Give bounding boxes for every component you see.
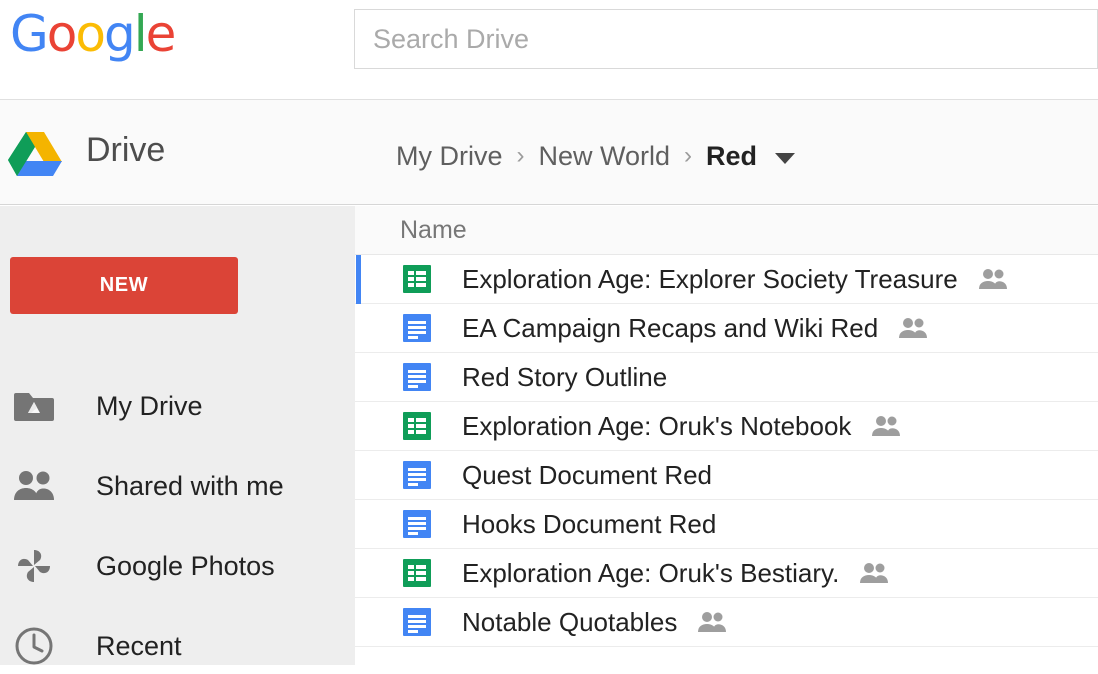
file-row[interactable]: Exploration Age: Explorer Society Treasu… — [355, 255, 1098, 304]
file-name[interactable]: Exploration Age: Oruk's Notebook — [462, 411, 851, 442]
sidebar-item-label: Google Photos — [96, 551, 275, 582]
file-name[interactable]: Exploration Age: Explorer Society Treasu… — [462, 264, 958, 295]
logo-letter-6: e — [146, 8, 175, 60]
drive-folder-icon — [12, 384, 56, 428]
logo-letter-5: l — [134, 8, 146, 60]
breadcrumb-item-new-world[interactable]: New World — [539, 141, 671, 172]
row-selection-indicator — [356, 549, 361, 598]
file-name[interactable]: EA Campaign Recaps and Wiki Red — [462, 313, 878, 344]
file-row[interactable]: Quest Document Red — [355, 451, 1098, 500]
row-selection-indicator — [356, 598, 361, 647]
google-logo[interactable]: Google — [10, 8, 174, 60]
row-selection-indicator — [356, 451, 361, 500]
file-name[interactable]: Exploration Age: Oruk's Bestiary. — [462, 558, 839, 589]
drive-toolbar: Drive My Drive › New World › Red — [0, 100, 1098, 205]
google-drive-window: Google Drive My Drive › New World › Red … — [0, 0, 1098, 674]
file-name[interactable]: Notable Quotables — [462, 607, 677, 638]
row-selection-indicator — [356, 353, 361, 402]
shared-people-icon — [697, 611, 727, 633]
google-docs-icon — [403, 314, 431, 342]
sidebar-item-label: Recent — [96, 631, 182, 662]
row-selection-indicator — [356, 402, 361, 451]
search-input[interactable] — [355, 10, 1097, 68]
top-search-bar: Google — [0, 0, 1098, 100]
file-list-rows: Exploration Age: Explorer Society Treasu… — [355, 255, 1098, 647]
file-name[interactable]: Quest Document Red — [462, 460, 712, 491]
photos-pinwheel-icon — [12, 544, 56, 588]
google-docs-icon — [403, 510, 431, 538]
shared-people-icon — [859, 562, 889, 584]
row-selection-indicator — [356, 304, 361, 353]
breadcrumb: My Drive › New World › Red — [396, 136, 795, 176]
file-row[interactable]: Red Story Outline — [355, 353, 1098, 402]
breadcrumb-item-red[interactable]: Red — [706, 141, 757, 172]
chevron-down-icon[interactable] — [775, 153, 795, 164]
logo-letter-1: G — [10, 8, 47, 60]
breadcrumb-item-my-drive[interactable]: My Drive — [396, 141, 503, 172]
logo-letter-4: g — [104, 8, 134, 60]
breadcrumb-separator-icon: › — [503, 142, 539, 170]
file-row[interactable]: Hooks Document Red — [355, 500, 1098, 549]
sidebar-item-google-photos[interactable]: Google Photos — [0, 526, 355, 606]
shared-people-icon — [871, 415, 901, 437]
file-list-header: Name — [355, 206, 1098, 255]
sidebar-item-shared-with-me[interactable]: Shared with me — [0, 446, 355, 526]
row-selection-indicator — [356, 500, 361, 549]
sidebar-item-label: Shared with me — [96, 471, 284, 502]
breadcrumb-separator-icon: › — [670, 142, 706, 170]
file-row[interactable]: Notable Quotables — [355, 598, 1098, 647]
file-name[interactable]: Hooks Document Red — [462, 509, 716, 540]
logo-letter-3: o — [75, 8, 104, 60]
google-sheets-icon — [403, 412, 431, 440]
google-docs-icon — [403, 608, 431, 636]
google-docs-icon — [403, 461, 431, 489]
file-name[interactable]: Red Story Outline — [462, 362, 667, 393]
sidebar-item-label: My Drive — [96, 391, 203, 422]
shared-people-icon — [978, 268, 1008, 290]
sidebar-nav: My Drive Shared with me — [0, 366, 355, 674]
search-box[interactable] — [354, 9, 1098, 69]
file-row[interactable]: Exploration Age: Oruk's Notebook — [355, 402, 1098, 451]
column-header-name[interactable]: Name — [400, 216, 467, 245]
sidebar-item-recent[interactable]: Recent — [0, 606, 355, 674]
row-selection-indicator — [356, 255, 361, 304]
file-row[interactable]: Exploration Age: Oruk's Bestiary. — [355, 549, 1098, 598]
drive-triangle-icon[interactable] — [8, 130, 62, 176]
drive-wordmark: Drive — [86, 131, 165, 170]
clock-icon — [12, 624, 56, 668]
shared-people-icon — [898, 317, 928, 339]
people-icon — [12, 464, 56, 508]
sidebar-item-my-drive[interactable]: My Drive — [0, 366, 355, 446]
file-list: Name Exploration Age: Explorer Society T… — [355, 206, 1098, 674]
new-button[interactable]: NEW — [10, 257, 238, 314]
logo-letter-2: o — [47, 8, 76, 60]
google-sheets-icon — [403, 559, 431, 587]
sidebar: NEW My Drive — [0, 206, 355, 665]
google-sheets-icon — [403, 265, 431, 293]
google-docs-icon — [403, 363, 431, 391]
file-row[interactable]: EA Campaign Recaps and Wiki Red — [355, 304, 1098, 353]
